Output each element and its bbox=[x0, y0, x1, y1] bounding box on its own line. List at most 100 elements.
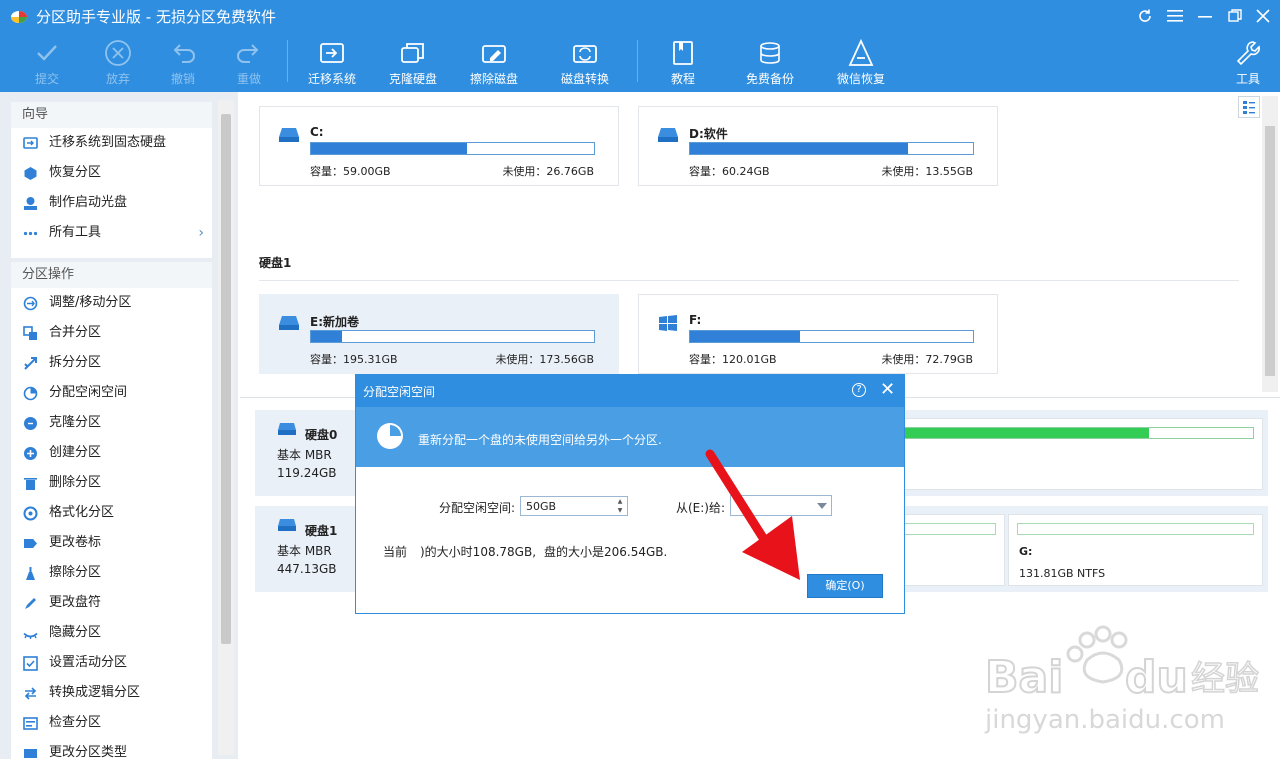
sidebar-scrollbar[interactable] bbox=[218, 100, 234, 755]
undo-icon bbox=[173, 44, 195, 63]
dialog-close-icon[interactable]: ✕ bbox=[880, 379, 895, 400]
sidebar-op-item-14[interactable]: 检查分区 bbox=[11, 708, 212, 738]
wrench-icon bbox=[1236, 41, 1260, 66]
app-logo-icon bbox=[11, 11, 27, 23]
undo-button[interactable]: 撤销 bbox=[148, 36, 218, 90]
disk1-partition-segment-g[interactable]: G: 131.81GB NTFS bbox=[1008, 514, 1263, 586]
sidebar-op-item-2[interactable]: 拆分分区 bbox=[11, 348, 212, 378]
more-icon bbox=[23, 231, 38, 236]
sidebar-wizard-item-2[interactable]: 制作启动光盘 bbox=[11, 188, 212, 218]
sidebar-op-item-13[interactable]: 转换成逻辑分区 bbox=[11, 678, 212, 708]
view-toggle-icon[interactable] bbox=[1238, 96, 1260, 118]
usage-bar bbox=[689, 330, 974, 343]
sidebar: 向导 迁移系统到固态硬盘 恢复分区制作启动光盘所有工具 › 分区操作 调整/移动分区… bbox=[0, 92, 238, 759]
sidebar-item-label: 制作启动光盘 bbox=[49, 195, 128, 210]
redo-button[interactable]: 重做 bbox=[214, 36, 284, 90]
toolbar-separator bbox=[287, 40, 288, 82]
partition-card-c[interactable]: C: 容量：59.00GB 未使用：26.76GB bbox=[259, 106, 619, 186]
sidebar-item-label: 所有工具 bbox=[49, 225, 102, 240]
sidebar-scroll-thumb[interactable] bbox=[221, 114, 231, 644]
discard-button[interactable]: 放弃 bbox=[83, 36, 153, 90]
segment-usage-bar bbox=[904, 523, 996, 535]
main-scroll-thumb[interactable] bbox=[1265, 126, 1275, 376]
migrate-icon bbox=[23, 137, 38, 149]
partition-ops-heading: 分区操作 bbox=[11, 262, 212, 288]
wipe-icon bbox=[26, 567, 35, 580]
sidebar-op-item-15[interactable]: 更改分区类型 bbox=[11, 738, 212, 759]
commit-button[interactable]: 提交 bbox=[12, 36, 82, 90]
sidebar-wizard-item-0[interactable]: 迁移系统到固态硬盘 bbox=[11, 128, 212, 158]
wechat-recovery-button[interactable]: 微信恢复 bbox=[826, 36, 896, 90]
sidebar-wizard-item-1[interactable]: 恢复分区 bbox=[11, 158, 212, 188]
dialog-description: 重新分配一个盘的未使用空间给另外一个分区. bbox=[418, 433, 662, 447]
type-icon bbox=[24, 749, 37, 758]
menu-icon[interactable] bbox=[1164, 6, 1186, 26]
convert-icon bbox=[24, 687, 37, 700]
partition-card-d[interactable]: D:软件 容量：60.24GB 未使用：13.55GB bbox=[638, 106, 998, 186]
hdd-icon bbox=[278, 519, 296, 531]
sidebar-item-label: 合并分区 bbox=[49, 325, 102, 340]
partition-card-e[interactable]: E:新加卷 容量：195.31GB 未使用：173.56GB bbox=[259, 294, 619, 374]
pie-chart-icon bbox=[377, 423, 403, 449]
sidebar-op-item-4[interactable]: 克隆分区 bbox=[11, 408, 212, 438]
sidebar-item-label: 恢复分区 bbox=[49, 165, 102, 180]
migrate-os-button[interactable]: 迁移系统 bbox=[297, 36, 367, 90]
allocate-size-stepper[interactable]: 50GB ▲ ▼ bbox=[520, 496, 628, 516]
drive-icon bbox=[658, 128, 678, 142]
tools-button[interactable]: 工具 bbox=[1213, 36, 1280, 90]
sidebar-wizard-item-3[interactable]: 所有工具 › bbox=[11, 218, 212, 248]
disk-convert-button[interactable]: 磁盘转换 bbox=[550, 36, 620, 90]
active-icon bbox=[23, 656, 38, 671]
backup-icon bbox=[760, 42, 780, 64]
sidebar-item-label: 隐藏分区 bbox=[49, 625, 102, 640]
wipe-disk-button[interactable]: 擦除磁盘 bbox=[459, 36, 529, 90]
sidebar-op-item-0[interactable]: 调整/移动分区 bbox=[11, 288, 212, 318]
segment-usage-bar bbox=[1017, 523, 1254, 535]
partition-card-area: C: 容量：59.00GB 未使用：26.76GB D:软件 容量：60.24G… bbox=[240, 92, 1280, 394]
windows-icon bbox=[659, 315, 677, 331]
sidebar-op-item-11[interactable]: 隐藏分区 bbox=[11, 618, 212, 648]
partition-card-f[interactable]: F: 容量：120.01GB 未使用：72.79GB bbox=[638, 294, 998, 374]
help-icon[interactable]: ? bbox=[852, 383, 866, 397]
dialog-title-bar: 分配空闲空间 ? ✕ bbox=[356, 375, 904, 407]
tutorial-button[interactable]: 教程 bbox=[648, 36, 718, 90]
sidebar-op-item-6[interactable]: 删除分区 bbox=[11, 468, 212, 498]
letter-icon bbox=[25, 598, 36, 609]
minimize-icon[interactable] bbox=[1194, 6, 1216, 26]
disk0-partition-segment[interactable] bbox=[895, 418, 1263, 490]
refresh-icon[interactable] bbox=[1134, 6, 1156, 26]
close-icon[interactable] bbox=[1252, 6, 1274, 26]
sidebar-op-item-9[interactable]: 擦除分区 bbox=[11, 558, 212, 588]
clone-disk-button[interactable]: 克隆硬盘 bbox=[378, 36, 448, 90]
sidebar-item-label: 迁移系统到固态硬盘 bbox=[49, 135, 167, 150]
wizard-heading: 向导 bbox=[11, 102, 212, 128]
sidebar-item-label: 拆分分区 bbox=[49, 355, 102, 370]
main-scrollbar[interactable] bbox=[1262, 96, 1278, 392]
convert-disk-icon bbox=[573, 45, 597, 63]
sidebar-op-item-10[interactable]: 更改盘符 bbox=[11, 588, 212, 618]
segment-usage-bar bbox=[904, 427, 1254, 439]
dialog-header-band: 重新分配一个盘的未使用空间给另外一个分区. bbox=[356, 407, 904, 467]
sidebar-item-label: 格式化分区 bbox=[49, 505, 115, 520]
sidebar-op-item-5[interactable]: 创建分区 bbox=[11, 438, 212, 468]
sidebar-op-item-7[interactable]: 格式化分区 bbox=[11, 498, 212, 528]
sidebar-op-item-8[interactable]: 更改卷标 bbox=[11, 528, 212, 558]
sidebar-item-label: 擦除分区 bbox=[49, 565, 102, 580]
disk1-heading: 硬盘1 bbox=[259, 256, 292, 270]
sidebar-item-label: 分配空闲空间 bbox=[49, 385, 128, 400]
window-title: 分区助手专业版 - 无损分区免费软件 bbox=[36, 8, 276, 26]
sidebar-item-label: 创建分区 bbox=[49, 445, 102, 460]
sidebar-op-item-12[interactable]: 设置活动分区 bbox=[11, 648, 212, 678]
sidebar-op-item-1[interactable]: 合并分区 bbox=[11, 318, 212, 348]
migrate-disk-icon bbox=[320, 43, 344, 63]
hdd-icon bbox=[278, 423, 296, 435]
stepper-arrows-icon[interactable]: ▲ ▼ bbox=[613, 497, 627, 515]
size-info-current: )的大小时108.78GB, bbox=[420, 545, 537, 559]
disk1-partition-segment-f[interactable] bbox=[895, 514, 1005, 586]
recover-icon bbox=[24, 167, 37, 180]
wipe-disk-icon bbox=[482, 45, 506, 63]
restore-icon[interactable] bbox=[1224, 6, 1246, 26]
drive-icon bbox=[279, 316, 299, 330]
sidebar-op-item-3[interactable]: 分配空闲空间 bbox=[11, 378, 212, 408]
free-backup-button[interactable]: 免费备份 bbox=[735, 36, 805, 90]
